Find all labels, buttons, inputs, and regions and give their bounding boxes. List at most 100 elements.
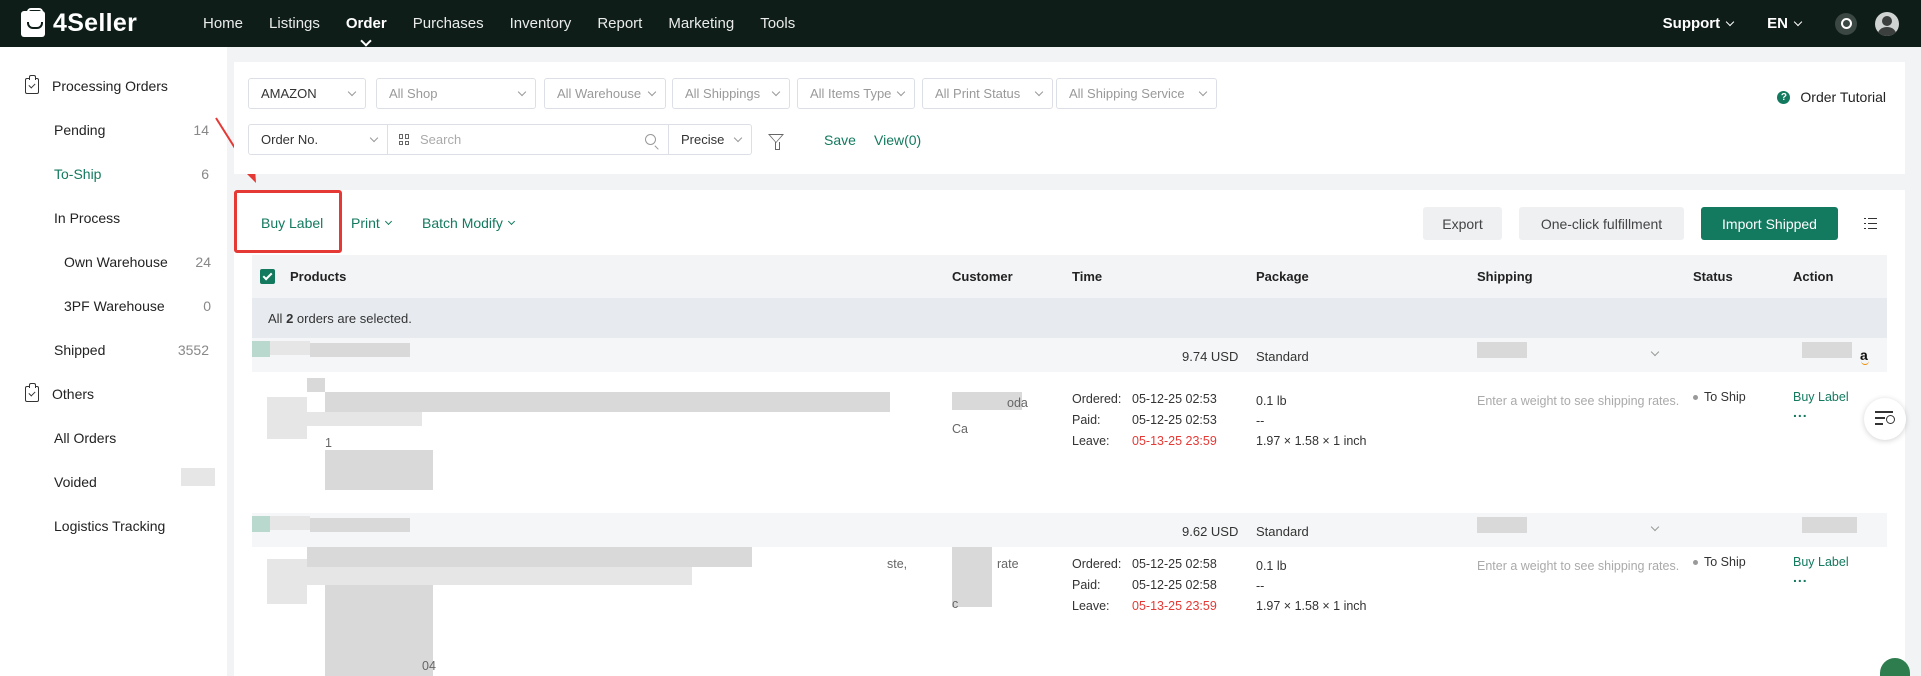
order-tutorial-link[interactable]: ? Order Tutorial (1777, 89, 1886, 105)
sidebar-item-pending[interactable]: Pending 14 (54, 122, 209, 138)
nav-inventory[interactable]: Inventory (510, 15, 572, 32)
items-type-select[interactable]: All Items Type (797, 78, 915, 109)
sidebar-item-in-process[interactable]: In Process (54, 210, 209, 226)
shop-value: All Shop (389, 86, 438, 101)
warehouse-select[interactable]: All Warehouse (544, 78, 666, 109)
sidebar-item-3pf-warehouse[interactable]: 3PF Warehouse 0 (64, 298, 211, 314)
more-actions-button[interactable]: ... (1793, 404, 1808, 420)
chevron-down-icon[interactable] (1650, 347, 1660, 357)
shipped-label: Shipped (54, 342, 106, 358)
shipping-rates-placeholder: Enter a weight to see shipping rates. (1477, 394, 1680, 408)
product-image (267, 559, 307, 604)
brand-logo[interactable]: 4Seller (21, 7, 203, 38)
select-all-checkbox[interactable] (260, 269, 275, 284)
sidebar-item-logistics-tracking[interactable]: Logistics Tracking (54, 518, 165, 534)
package-weight: 0.1 lb (1256, 394, 1287, 408)
sidebar-item-shipped[interactable]: Shipped 3552 (54, 342, 209, 358)
sku-partial: 1 (325, 436, 332, 450)
row-buy-label-link[interactable]: Buy Label (1793, 555, 1849, 569)
batch-modify-menu[interactable]: Batch Modify (422, 215, 515, 231)
gear-icon[interactable] (1835, 12, 1857, 35)
blurred-store (252, 341, 270, 357)
more-actions-button[interactable]: ... (1793, 569, 1808, 585)
warehouse-value: All Warehouse (557, 86, 642, 101)
search-input[interactable]: Search (387, 124, 669, 155)
chevron-down-icon (347, 87, 357, 97)
shipping-service-select[interactable]: All Shipping Service (1056, 78, 1217, 109)
buy-label-button[interactable]: Buy Label (261, 215, 323, 231)
header-status: Status (1693, 269, 1733, 284)
order-no-select[interactable]: Order No. (248, 124, 388, 155)
shippings-select[interactable]: All Shippings (672, 78, 790, 109)
chevron-down-icon (647, 87, 657, 97)
language-menu[interactable]: EN (1767, 15, 1803, 32)
to-ship-label: To-Ship (54, 166, 102, 182)
blurred-order-id (310, 343, 410, 357)
paid-time: 05-12-25 02:53 (1132, 413, 1217, 427)
header-products: Products (290, 269, 347, 284)
print-menu[interactable]: Print (351, 215, 392, 231)
one-click-fulfillment-button[interactable]: One-click fulfillment (1519, 207, 1684, 240)
sidebar-item-all-orders[interactable]: All Orders (54, 430, 116, 446)
nav-purchases[interactable]: Purchases (413, 15, 484, 32)
selection-prefix: All (268, 311, 287, 326)
table-row: 1 oda Ca Ordered: 05-12-25 02:53 Paid: 0… (252, 372, 1887, 496)
sidebar-item-to-ship[interactable]: To-Ship 6 (54, 166, 209, 182)
package-dimensions: 1.97 × 1.58 × 1 inch (1256, 434, 1367, 448)
chevron-down-icon (1034, 87, 1044, 97)
leave-label: Leave: (1072, 434, 1110, 448)
filter-icon[interactable] (768, 134, 784, 150)
to-ship-count: 6 (201, 166, 209, 182)
column-settings-icon[interactable] (1864, 218, 1877, 230)
clipboard-check-icon (25, 75, 39, 94)
nav-report[interactable]: Report (597, 15, 642, 32)
chevron-down-icon[interactable] (1650, 522, 1660, 532)
platform-value: AMAZON (261, 86, 317, 101)
processing-orders-group[interactable]: Processing Orders (25, 75, 168, 94)
chat-icon[interactable] (1880, 658, 1910, 676)
customer-partial: oda (1007, 396, 1028, 410)
title-partial: ste, (887, 557, 908, 571)
chevron-down-icon (517, 87, 527, 97)
paid-label: Paid: (1072, 413, 1101, 427)
product-image (267, 397, 307, 439)
export-button[interactable]: Export (1423, 207, 1502, 240)
3pf-warehouse-count: 0 (203, 298, 211, 314)
pending-label: Pending (54, 122, 106, 138)
support-menu[interactable]: Support (1663, 15, 1735, 32)
import-shipped-button[interactable]: Import Shipped (1701, 207, 1838, 240)
platform-select[interactable]: AMAZON (248, 78, 366, 109)
sidebar: Processing Orders Pending 14 To-Ship 6 I… (0, 47, 227, 676)
shop-select[interactable]: All Shop (376, 78, 536, 109)
nav-listings[interactable]: Listings (269, 15, 320, 32)
nav-order[interactable]: Order (346, 15, 387, 32)
avatar[interactable] (1875, 11, 1899, 36)
sku-partial: 04 (422, 659, 436, 673)
precise-select[interactable]: Precise (668, 124, 752, 155)
pending-count: 14 (193, 122, 209, 138)
print-label: Print (351, 215, 380, 231)
search-icon[interactable] (645, 134, 656, 145)
row-buy-label-link[interactable]: Buy Label (1793, 390, 1849, 404)
floating-search-list-button[interactable] (1864, 398, 1906, 440)
save-button[interactable]: Save (824, 132, 856, 148)
others-group[interactable]: Others (25, 383, 94, 402)
nav-home[interactable]: Home (203, 15, 243, 32)
nav-marketing[interactable]: Marketing (668, 15, 734, 32)
package-dash: -- (1256, 579, 1265, 593)
nav-right: Support EN (1663, 11, 1921, 36)
chevron-down-icon (771, 87, 781, 97)
shippings-value: All Shippings (685, 86, 761, 101)
header-action: Action (1793, 269, 1834, 284)
package-dash: -- (1256, 414, 1265, 428)
print-status-select[interactable]: All Print Status (922, 78, 1053, 109)
order-no-value: Order No. (261, 132, 319, 147)
nav-tools[interactable]: Tools (760, 15, 795, 32)
items-type-value: All Items Type (810, 86, 892, 101)
view-button[interactable]: View(0) (874, 132, 921, 148)
package-type: Standard (1256, 524, 1309, 539)
status-badge: To Ship (1693, 390, 1746, 404)
sidebar-item-voided[interactable]: Voided (54, 474, 97, 490)
header-customer: Customer (952, 269, 1013, 284)
sidebar-item-own-warehouse[interactable]: Own Warehouse 24 (64, 254, 211, 270)
